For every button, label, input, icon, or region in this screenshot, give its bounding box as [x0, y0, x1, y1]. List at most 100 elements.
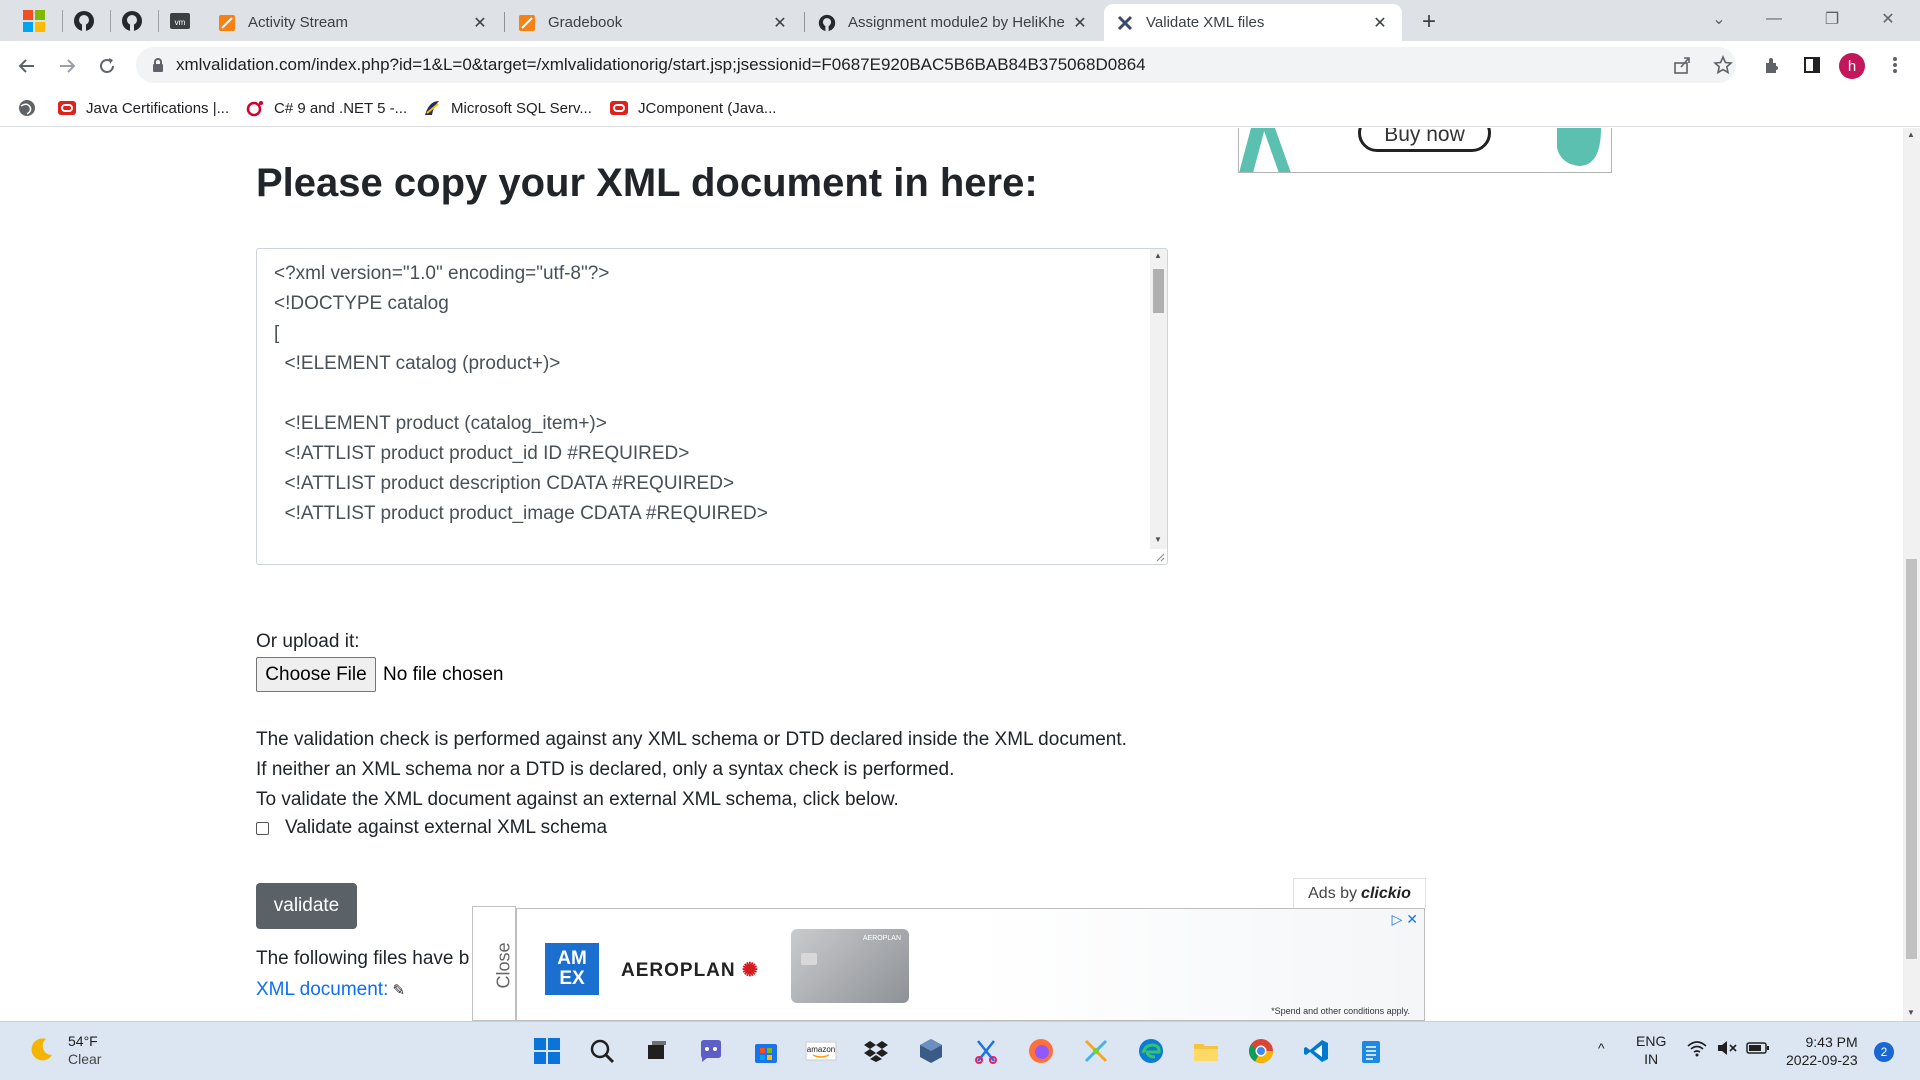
profile-avatar[interactable]: h	[1839, 53, 1865, 79]
external-schema-option[interactable]: Validate against external XML schema	[256, 813, 607, 843]
svg-text:vm: vm	[175, 18, 186, 27]
textarea-scroll-thumb[interactable]	[1153, 269, 1164, 313]
restore-button[interactable]: ❐	[1810, 4, 1854, 34]
page-scroll-thumb[interactable]	[1906, 559, 1917, 959]
lang-bottom: IN	[1644, 1051, 1659, 1067]
tab-assignment[interactable]: Assignment module2 by HeliKhe ✕	[806, 4, 1102, 41]
chat-icon[interactable]	[693, 1033, 729, 1069]
xml-document-link[interactable]: XML document: ✎	[256, 979, 405, 1001]
reload-button[interactable]	[90, 49, 124, 83]
tab-separator	[804, 12, 805, 32]
pinned-tab-github-2[interactable]	[110, 4, 154, 38]
amazon-icon[interactable]: amazon	[803, 1033, 839, 1069]
ad-close-button[interactable]: Close	[472, 906, 516, 1021]
bookmark-label: C# 9 and .NET 5 -...	[274, 99, 408, 117]
scroll-down-icon[interactable]: ▼	[1154, 535, 1162, 544]
xml-line: <!ELEMENT product (catalog_item+)>	[274, 413, 607, 434]
xml-input-textarea[interactable]: <?xml version="1.0" encoding="utf-8"?> <!…	[256, 248, 1168, 565]
address-bar[interactable]: xmlvalidation.com/index.php?id=1&L=0&tar…	[136, 47, 1736, 83]
store-icon[interactable]	[748, 1033, 784, 1069]
page-scrollbar[interactable]: ▲ ▼	[1903, 128, 1920, 1021]
dropbox-icon[interactable]	[858, 1033, 894, 1069]
firefox-icon[interactable]	[1023, 1033, 1059, 1069]
scroll-up-icon[interactable]: ▲	[1907, 130, 1915, 139]
lock-icon[interactable]	[150, 57, 166, 73]
globe-icon[interactable]	[18, 96, 36, 120]
language-indicator[interactable]: ENG IN	[1636, 1032, 1666, 1068]
file-explorer-icon[interactable]	[1188, 1033, 1224, 1069]
textarea-scrollbar[interactable]: ▲ ▼	[1150, 249, 1167, 549]
close-icon[interactable]: ✕	[770, 13, 790, 33]
new-tab-button[interactable]: +	[1415, 8, 1443, 36]
clock-time: 9:43 PM	[1805, 1034, 1858, 1050]
close-icon[interactable]: ✕	[470, 13, 490, 33]
extensions-icon[interactable]	[1757, 50, 1787, 80]
svg-text:amazon: amazon	[807, 1045, 835, 1054]
pinned-tab-windows[interactable]	[12, 4, 56, 38]
forward-button[interactable]	[50, 49, 84, 83]
chrome-icon[interactable]	[1243, 1033, 1279, 1069]
choose-file-button[interactable]: Choose File	[256, 657, 376, 692]
page-title: Please copy your XML document in here:	[256, 161, 1038, 205]
pinned-tab-vm[interactable]: vm	[158, 4, 202, 38]
virtualbox-icon[interactable]	[913, 1033, 949, 1069]
bookmark-sql-server[interactable]: Microsoft SQL Serv...	[423, 96, 592, 120]
battery-icon[interactable]	[1746, 1039, 1770, 1061]
xml-line: <!DOCTYPE catalog	[274, 293, 449, 314]
bookmark-label: Microsoft SQL Serv...	[451, 99, 592, 117]
vscode-icon[interactable]	[1298, 1033, 1334, 1069]
credit-card-image: AEROPLAN	[791, 929, 909, 1003]
tab-strip: vm Activity Stream ✕ Gradebook ✕ Assignm…	[0, 0, 1920, 41]
weather-widget[interactable]: 54°F Clear	[26, 1032, 101, 1068]
wifi-icon[interactable]	[1686, 1039, 1708, 1061]
arrow-right-icon	[60, 59, 76, 73]
xmind-icon[interactable]	[1078, 1033, 1114, 1069]
moodle-icon	[518, 14, 536, 32]
bottom-advertisement[interactable]: AM EX AEROPLAN ✺ AEROPLAN ▷ ✕ *Spend and…	[516, 908, 1425, 1021]
edge-icon[interactable]	[1133, 1033, 1169, 1069]
notepad-icon[interactable]	[1353, 1033, 1389, 1069]
snipping-tool-icon[interactable]	[968, 1033, 1004, 1069]
bookmark-jcomponent[interactable]: JComponent (Java...	[610, 96, 776, 120]
close-icon[interactable]: ✕	[1070, 13, 1090, 33]
search-icon[interactable]	[584, 1033, 620, 1069]
ad-choices-icon[interactable]: ▷ ✕	[1392, 911, 1418, 928]
buy-now-button[interactable]: Buy now	[1358, 128, 1491, 152]
tab-gradebook[interactable]: Gradebook ✕	[506, 4, 802, 41]
bookmark-java-certifications[interactable]: Java Certifications |...	[58, 96, 229, 120]
top-advertisement[interactable]: Buy now	[1238, 128, 1612, 173]
scroll-down-icon[interactable]: ▼	[1907, 1008, 1915, 1017]
xml-document-link-label: XML document:	[256, 979, 389, 1000]
tab-title: Assignment module2 by HeliKhe	[848, 14, 1064, 31]
scroll-up-icon[interactable]: ▲	[1154, 251, 1162, 260]
card-chip-icon	[801, 953, 817, 965]
chevron-up-icon[interactable]: ^	[1598, 1039, 1605, 1057]
oracle-icon	[58, 99, 76, 117]
side-panel-icon[interactable]	[1797, 50, 1827, 80]
tab-activity-stream[interactable]: Activity Stream ✕	[206, 4, 502, 41]
bookmarks-bar: Java Certifications |... C# 9 and .NET 5…	[0, 90, 1920, 127]
xml-line: <!ATTLIST product product_image CDATA #R…	[274, 503, 768, 524]
validate-button[interactable]: validate	[256, 883, 357, 929]
more-menu-icon[interactable]	[1880, 50, 1910, 80]
card-label: AEROPLAN	[862, 935, 901, 942]
volume-muted-icon[interactable]	[1716, 1039, 1738, 1061]
bookmark-star-icon[interactable]	[1708, 50, 1738, 80]
bookmark-csharp[interactable]: C# 9 and .NET 5 -...	[246, 96, 407, 120]
start-icon[interactable]	[529, 1033, 565, 1069]
share-icon[interactable]	[1667, 50, 1697, 80]
tab-validate-xml[interactable]: Validate XML files ✕	[1104, 4, 1402, 41]
pinned-tab-github-1[interactable]	[62, 4, 106, 38]
chevron-down-icon[interactable]: ⌄	[1697, 4, 1741, 34]
back-button[interactable]	[10, 49, 44, 83]
resize-handle-icon[interactable]	[1153, 550, 1165, 562]
external-schema-checkbox[interactable]	[256, 821, 269, 835]
minimize-button[interactable]: —	[1752, 4, 1796, 34]
following-files-text: The following files have b	[256, 948, 470, 969]
task-view-icon[interactable]	[638, 1033, 674, 1069]
ads-by-clickio[interactable]: Ads by clickio	[1293, 878, 1426, 908]
close-icon[interactable]: ✕	[1370, 13, 1390, 33]
system-clock[interactable]: 9:43 PM 2022-09-23	[1786, 1033, 1858, 1069]
notification-badge[interactable]: 2	[1874, 1042, 1894, 1062]
close-window-button[interactable]: ✕	[1866, 4, 1910, 34]
